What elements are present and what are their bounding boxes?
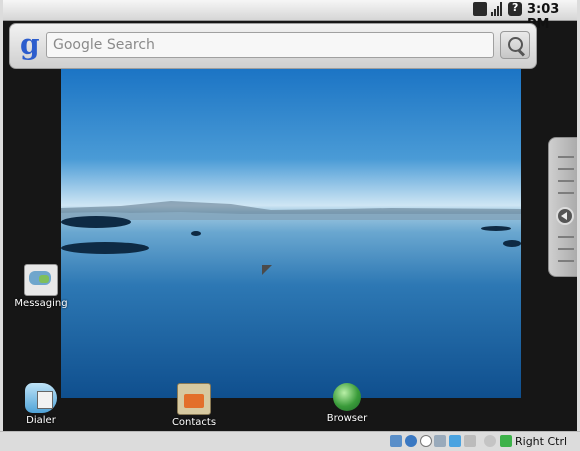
cd-icon[interactable] <box>405 435 417 447</box>
network-adapter-icon[interactable] <box>449 435 461 447</box>
app-label: Contacts <box>171 417 217 428</box>
mouse-integration-icon[interactable] <box>500 435 512 447</box>
rock <box>481 226 511 231</box>
mountain-range <box>61 201 521 220</box>
dialer-icon <box>25 383 57 413</box>
drawer-arrow-icon <box>556 207 574 225</box>
rock <box>61 242 149 254</box>
contacts-icon <box>177 383 211 415</box>
capture-icon[interactable] <box>484 435 496 447</box>
emulator-screen: 3:03 PM g Messaging Dialer Contacts <box>3 0 577 431</box>
google-search-widget: g <box>9 23 537 69</box>
status-bar: 3:03 PM <box>3 0 577 32</box>
home-wallpaper <box>61 66 521 398</box>
signal-icon <box>490 2 504 16</box>
hdd-icon[interactable] <box>390 435 402 447</box>
browser-icon <box>333 383 361 411</box>
shared-folder-icon[interactable] <box>464 435 476 447</box>
floppy-icon[interactable] <box>434 435 446 447</box>
search-button[interactable] <box>500 31 530 59</box>
app-contacts[interactable]: Contacts <box>154 383 234 428</box>
rock <box>61 216 131 228</box>
app-dialer[interactable]: Dialer <box>3 383 81 426</box>
network-icon <box>473 2 487 16</box>
app-label: Dialer <box>26 415 56 426</box>
app-label: Messaging <box>14 298 68 309</box>
app-browser[interactable]: Browser <box>307 383 387 424</box>
app-messaging[interactable]: Messaging <box>3 264 81 309</box>
google-logo-icon[interactable]: g <box>20 30 40 60</box>
rock <box>503 240 521 247</box>
search-input[interactable] <box>46 32 494 58</box>
mouse-pointer <box>262 265 272 275</box>
host-key-label: Right Ctrl <box>515 435 568 448</box>
rock <box>191 231 201 236</box>
app-drawer-handle[interactable] <box>548 137 577 277</box>
vm-status-bar: Right Ctrl <box>0 431 580 451</box>
messaging-icon <box>24 264 58 296</box>
app-label: Browser <box>326 413 368 424</box>
usb-icon[interactable] <box>420 435 432 447</box>
battery-icon <box>508 1 522 16</box>
